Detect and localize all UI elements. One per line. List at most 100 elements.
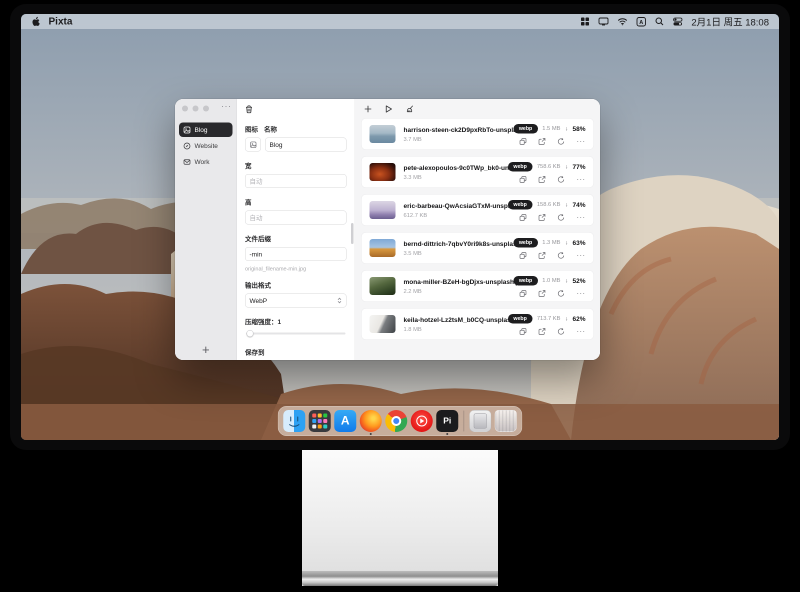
slider-thumb[interactable] — [247, 330, 254, 337]
clear-list-button[interactable] — [406, 105, 415, 113]
file-new-size: 1.5 MB — [542, 126, 560, 132]
more-button[interactable]: ··· — [577, 215, 586, 220]
reveal-button[interactable] — [539, 252, 546, 259]
file-original-size: 1.8 MB — [404, 326, 527, 332]
copy-button[interactable] — [520, 214, 527, 221]
file-card: harrison-steen-ck2D9pxRbTo-unsplash.jpg … — [361, 118, 594, 150]
dock-launchpad-icon[interactable] — [309, 410, 331, 432]
globe-icon — [184, 142, 191, 149]
copy-button[interactable] — [520, 138, 527, 145]
file-card: bernd-dittrich-7qbvY0ri9k8s-unsplash.jpg… — [361, 232, 594, 264]
delete-preset-button[interactable] — [245, 105, 253, 116]
display-icon[interactable] — [598, 18, 608, 26]
monitor-stand — [302, 450, 498, 586]
file-name: harrison-steen-ck2D9pxRbTo-unsplash.jpg — [404, 126, 529, 134]
sidebar-more-button[interactable]: ··· — [221, 101, 231, 112]
dock-app-store-icon[interactable]: A — [334, 410, 356, 432]
list-toolbar — [355, 99, 600, 117]
reduction-percent: 52% — [572, 277, 585, 285]
monitor: Pixta A — [10, 4, 790, 450]
sidebar-item-website[interactable]: Website — [179, 139, 233, 154]
down-arrow-icon: ↓ — [565, 163, 568, 170]
dock-pixta-icon[interactable]: Pi — [436, 410, 458, 432]
slider-track[interactable] — [246, 333, 346, 335]
icon-field-label: 图标 — [245, 124, 264, 134]
format-value: WebP — [250, 297, 268, 305]
grid-icon[interactable] — [580, 17, 589, 26]
format-badge: webp — [513, 276, 537, 285]
file-new-size: 1.3 MB — [542, 240, 560, 246]
file-card: eric-barbeau-QwAcsiaGTxM-unsplash.jpg 61… — [361, 194, 594, 226]
wifi-icon[interactable] — [617, 18, 627, 26]
more-button[interactable]: ··· — [577, 291, 586, 296]
sidebar-item-label: Work — [195, 158, 210, 166]
dock-downloads-icon[interactable] — [469, 410, 491, 432]
dock-separator — [463, 411, 464, 432]
reveal-button[interactable] — [539, 138, 546, 145]
refresh-icon — [558, 214, 565, 221]
share-icon — [539, 252, 546, 259]
name-field[interactable] — [265, 138, 347, 152]
reconvert-button[interactable] — [558, 176, 565, 183]
format-badge: webp — [508, 314, 532, 323]
copy-button[interactable] — [520, 252, 527, 259]
menu-bar-clock[interactable]: 2月1日 周五 18:08 — [691, 15, 769, 29]
suffix-hint: original_filename-min.jpg — [245, 266, 347, 272]
more-button[interactable]: ··· — [577, 139, 586, 144]
file-list: harrison-steen-ck2D9pxRbTo-unsplash.jpg … — [355, 117, 600, 352]
dock-trash-icon[interactable] — [495, 410, 517, 432]
dock-firefox-icon[interactable] — [360, 410, 382, 432]
mail-icon — [184, 158, 191, 165]
file-card: keila-hotzel-Lz2tsM_b0CQ-unsplash.jpg 1.… — [361, 308, 594, 340]
control-center-icon[interactable] — [673, 17, 683, 27]
run-conversion-button[interactable] — [385, 105, 393, 113]
height-field[interactable] — [245, 211, 347, 225]
dock-music-icon[interactable] — [411, 410, 433, 432]
traffic-lights — [182, 106, 209, 112]
refresh-icon — [558, 138, 565, 145]
active-app-name[interactable]: Pixta — [49, 16, 73, 28]
copy-button[interactable] — [520, 176, 527, 183]
add-files-button[interactable] — [364, 105, 372, 113]
reconvert-button[interactable] — [558, 290, 565, 297]
more-button[interactable]: ··· — [577, 253, 586, 258]
preset-icon-picker[interactable] — [245, 138, 261, 152]
down-arrow-icon: ↓ — [565, 125, 568, 132]
minimize-button[interactable] — [193, 106, 199, 112]
apple-menu-icon[interactable] — [31, 16, 41, 27]
input-source-icon[interactable]: A — [636, 17, 646, 27]
quality-slider[interactable] — [246, 330, 346, 337]
format-select[interactable]: WebP — [245, 294, 347, 308]
suffix-field[interactable] — [245, 247, 347, 261]
sidebar-item-blog[interactable]: Blog — [179, 123, 233, 138]
more-button[interactable]: ··· — [577, 329, 586, 334]
width-field[interactable] — [245, 174, 347, 188]
image-icon — [184, 126, 191, 133]
close-button[interactable] — [182, 106, 188, 112]
reconvert-button[interactable] — [558, 138, 565, 145]
reveal-button[interactable] — [539, 214, 546, 221]
sidebar-item-work[interactable]: Work — [179, 155, 233, 170]
reconvert-button[interactable] — [558, 252, 565, 259]
file-original-size: 3.3 MB — [404, 174, 529, 180]
reconvert-button[interactable] — [558, 214, 565, 221]
sidebar-item-label: Blog — [195, 126, 208, 134]
reveal-button[interactable] — [539, 176, 546, 183]
more-button[interactable]: ··· — [577, 177, 586, 182]
reveal-button[interactable] — [539, 328, 546, 335]
suffix-field-label: 文件后缀 — [245, 234, 347, 244]
reveal-button[interactable] — [539, 290, 546, 297]
dock-finder-icon[interactable] — [283, 410, 305, 432]
search-icon[interactable] — [655, 17, 664, 26]
share-icon — [539, 214, 546, 221]
copy-button[interactable] — [520, 290, 527, 297]
form-scrollbar[interactable] — [351, 223, 354, 244]
file-thumbnail — [370, 201, 396, 219]
add-preset-button[interactable]: + — [202, 343, 210, 356]
clear-icon — [406, 105, 415, 113]
dock-chrome-icon[interactable] — [385, 410, 407, 432]
reconvert-button[interactable] — [558, 328, 565, 335]
zoom-button[interactable] — [203, 106, 209, 112]
file-name: bernd-dittrich-7qbvY0ri9k8s-unsplash.jpg — [404, 240, 529, 248]
copy-button[interactable] — [520, 328, 527, 335]
